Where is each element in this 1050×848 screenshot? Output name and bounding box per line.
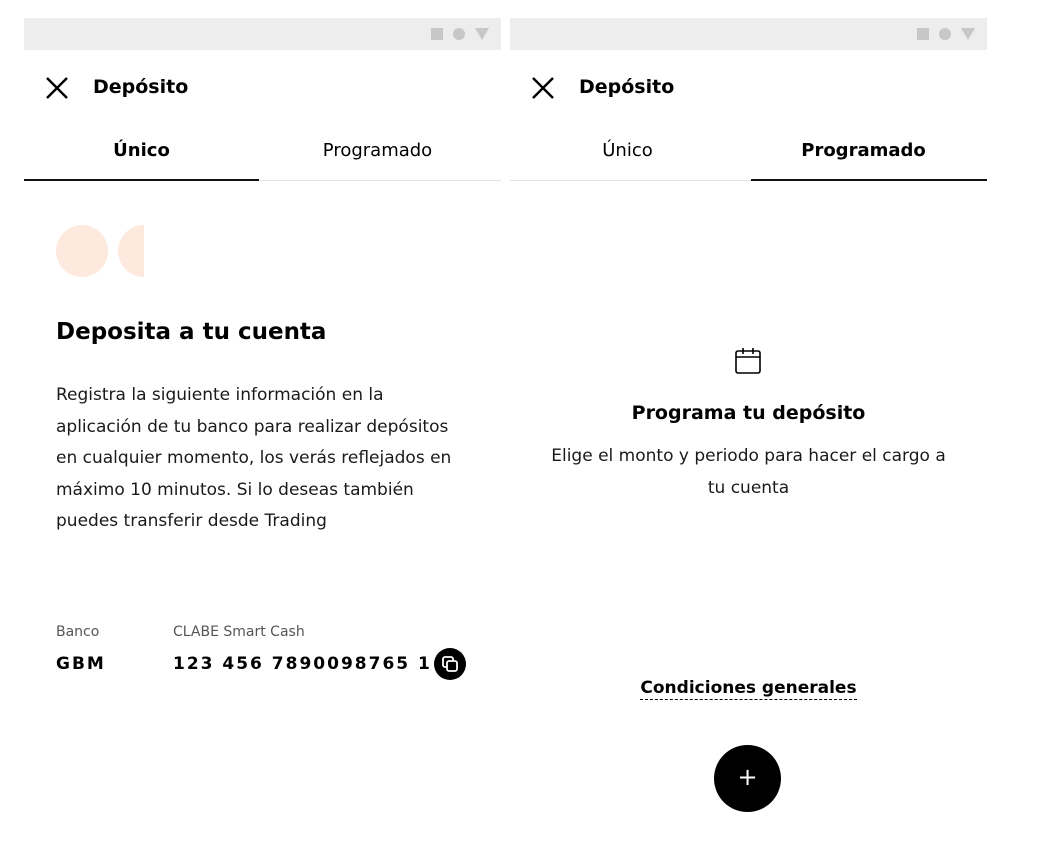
status-icons [917, 28, 975, 40]
square-icon [917, 28, 929, 40]
square-icon [431, 28, 443, 40]
section-heading: Programa tu depósito [631, 402, 866, 424]
tab-divider [259, 180, 501, 181]
decorative-shapes-icon [56, 225, 144, 277]
section-heading: Deposita a tu cuenta [56, 319, 327, 345]
page-title: Depósito [93, 76, 189, 98]
circle-icon [939, 28, 951, 40]
triangle-icon [475, 28, 489, 40]
triangle-icon [961, 28, 975, 40]
top-bar: Depósito [510, 68, 987, 108]
close-icon [46, 77, 68, 99]
clabe-value: 123 456 7890098765 1 [173, 654, 432, 674]
tab-divider [510, 180, 751, 181]
tab-programado[interactable]: Programado [260, 132, 495, 181]
plus-icon: + [737, 763, 758, 791]
instructions-text: Registra la siguiente información en la … [56, 385, 452, 531]
tab-indicator-active [751, 179, 987, 181]
calendar-icon [735, 348, 761, 374]
tab-unico[interactable]: Único [24, 132, 259, 181]
add-schedule-button[interactable]: + [714, 745, 781, 812]
tab-programado[interactable]: Programado [746, 132, 981, 181]
page-title: Depósito [579, 76, 675, 98]
copy-clabe-button[interactable] [434, 648, 466, 680]
status-icons [431, 28, 489, 40]
description-text: Elige el monto y periodo para hacer el c… [551, 446, 946, 498]
tab-indicator-active [24, 179, 259, 181]
status-bar [510, 18, 987, 50]
circle-icon [453, 28, 465, 40]
tab-unico[interactable]: Único [510, 132, 745, 181]
general-conditions-link[interactable]: Condiciones generales [640, 678, 857, 700]
general-conditions-link-wrapper: Condiciones generales [510, 676, 987, 700]
copy-icon [442, 656, 458, 672]
bank-label: Banco [56, 624, 100, 640]
bank-value: GBM [56, 654, 106, 674]
tab-bar: Único Programado [510, 132, 987, 182]
top-bar: Depósito [24, 68, 501, 108]
close-icon [532, 77, 554, 99]
deposit-screen-unico: Depósito Único Programado Deposita a tu … [24, 18, 501, 838]
status-bar [24, 18, 501, 50]
close-button[interactable] [44, 75, 70, 101]
tab-bar: Único Programado [24, 132, 501, 182]
close-button[interactable] [530, 75, 556, 101]
deposit-screen-programado: Depósito Único Programado Programa tu de… [510, 18, 987, 838]
clabe-label: CLABE Smart Cash [173, 624, 305, 640]
